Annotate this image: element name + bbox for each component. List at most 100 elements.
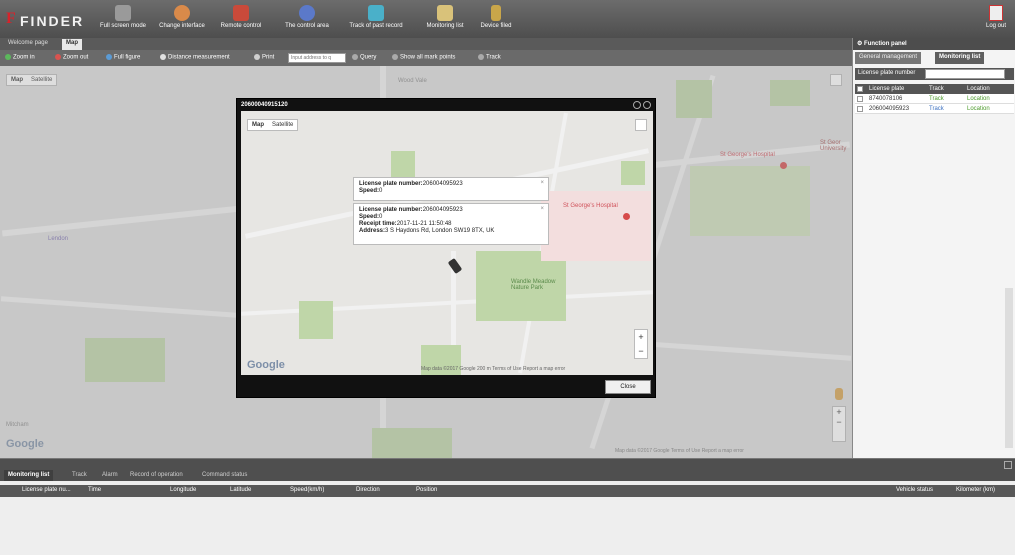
dialog-fullscreen-icon[interactable]	[635, 119, 647, 131]
vehicle-marker-icon[interactable]	[447, 257, 463, 275]
row-plate: 8740078106	[869, 96, 903, 102]
print-label: Print	[262, 54, 275, 61]
map-park	[621, 161, 645, 185]
tab-monitoring-list[interactable]: Monitoring list	[935, 52, 985, 64]
info-window-detail: × License plate number:206004095923 Spee…	[353, 203, 549, 245]
panel-scrollbar[interactable]	[1005, 288, 1013, 448]
vehicle-location-dialog: 20600040915120 St George's Hospital Wand…	[236, 98, 656, 398]
plus-icon[interactable]: +	[635, 330, 647, 344]
plate-label: License plate number:	[359, 181, 423, 187]
info-close-icon[interactable]: ×	[540, 180, 544, 187]
track-button[interactable]: Track	[478, 54, 501, 61]
show-all-label: Show all mark points	[400, 54, 456, 61]
tab-command-status[interactable]: Command status	[198, 470, 251, 481]
zoom-in-icon	[5, 54, 11, 60]
remote-control-button[interactable]: Remote control	[212, 3, 270, 35]
plate-search-input[interactable]	[925, 69, 1005, 79]
logout-button[interactable]: Log out	[980, 3, 1012, 35]
plate-value: 206004095923	[422, 181, 463, 187]
change-interface-button[interactable]: Change interface	[154, 3, 210, 35]
device-filed-label: Device filed	[480, 23, 512, 29]
map-toolbar: Zoom in Zoom out Full figure Distance me…	[0, 50, 852, 66]
bottom-close-icon[interactable]	[1004, 461, 1012, 469]
row-checkbox[interactable]	[857, 96, 863, 102]
track-past-record-label: Track of past record	[349, 23, 403, 29]
row-plate: 206004095923	[869, 106, 910, 112]
zoom-out-icon	[55, 54, 61, 60]
hospital-label: St George's Hospital	[563, 203, 618, 209]
column-track: Track	[929, 86, 944, 92]
function-panel-title: Function panel	[864, 41, 907, 47]
info-window-small: × License plate number:206004095923 Spee…	[353, 177, 549, 201]
track-icon	[368, 5, 384, 21]
column-time: Time	[88, 487, 102, 493]
zoom-in-button[interactable]: Zoom in	[5, 54, 35, 61]
logout-icon	[989, 5, 1003, 21]
tab-record-of-operation[interactable]: Record of operation	[126, 470, 187, 481]
column-longitude: Longitude	[170, 487, 197, 493]
map-park	[299, 301, 333, 339]
tab-monitoring-list-bottom[interactable]: Monitoring list	[4, 470, 54, 481]
control-area-button[interactable]: The control area	[275, 3, 339, 35]
close-icon[interactable]	[643, 101, 651, 109]
column-kilometer: Kilometer (km)	[956, 487, 996, 493]
dialog-map-type-map[interactable]: Map	[248, 120, 268, 130]
full-figure-icon	[106, 54, 112, 60]
dialog-zoom-control[interactable]: + −	[634, 329, 648, 359]
dialog-map-type-control: Map Satellite	[247, 119, 299, 131]
column-latitude: Latitude	[230, 487, 252, 493]
full-screen-label: Full screen mode	[99, 23, 147, 29]
tab-alarm[interactable]: Alarm	[98, 470, 122, 481]
ruler-icon	[160, 54, 166, 60]
zoom-out-button[interactable]: Zoom out	[55, 54, 88, 61]
print-icon	[254, 54, 260, 60]
dialog-map-type-satellite[interactable]: Satellite	[268, 120, 297, 130]
track-past-record-button[interactable]: Track of past record	[340, 3, 412, 35]
finder-logo: F FINDER	[6, 8, 92, 30]
row-checkbox[interactable]	[857, 106, 863, 112]
hospital-marker-icon[interactable]	[623, 213, 630, 220]
row-track-link[interactable]: Track	[929, 106, 944, 112]
remote-icon	[233, 5, 249, 21]
address-search-input[interactable]	[288, 53, 346, 63]
row-track-link[interactable]: Track	[929, 96, 944, 102]
full-screen-button[interactable]: Full screen mode	[92, 3, 154, 35]
column-location: Location	[967, 86, 990, 92]
receipt-time-label: Receipt time:	[359, 221, 397, 227]
column-speed: Speed(km/h)	[290, 487, 325, 493]
function-panel-tabs: General management Monitoring list	[855, 52, 1014, 64]
top-header: F FINDER Full screen mode Change interfa…	[0, 0, 1015, 38]
maximize-icon[interactable]	[633, 101, 641, 109]
query-button[interactable]: Query	[352, 54, 376, 61]
receipt-time-value: 2017-11-21 11:50:48	[396, 221, 452, 227]
device-filed-button[interactable]: Device filed	[474, 3, 518, 35]
close-button[interactable]: Close	[605, 380, 651, 394]
table-row[interactable]: 206004095923 Track Location	[855, 104, 1014, 114]
plate-search-label: License plate number	[858, 70, 916, 76]
tab-general-management[interactable]: General management	[855, 52, 922, 64]
distance-measurement-label: Distance measurement	[168, 54, 230, 61]
google-logo: Google	[247, 359, 285, 371]
row-location-link[interactable]: Location	[967, 96, 990, 102]
bottom-grid-header: License plate nu... Time Longitude Latit…	[0, 485, 1015, 497]
info-close-icon[interactable]: ×	[540, 206, 544, 213]
tab-track[interactable]: Track	[68, 470, 91, 481]
list-icon	[437, 5, 453, 21]
tab-welcome-page[interactable]: Welcome page	[4, 39, 52, 50]
info-plate-row: License plate number:206004095923	[359, 181, 543, 188]
tab-map[interactable]: Map	[62, 39, 82, 50]
monitoring-list-button[interactable]: Monitoring list	[415, 3, 475, 35]
minus-icon[interactable]: −	[635, 344, 647, 358]
column-position: Position	[416, 487, 438, 493]
dialog-map[interactable]: St George's Hospital Wandle Meadow Natur…	[241, 111, 653, 375]
query-icon	[352, 54, 358, 60]
table-row[interactable]: 8740078106 Track Location	[855, 94, 1014, 104]
bottom-tabs: Monitoring list Track Alarm Record of op…	[0, 459, 1015, 481]
row-location-link[interactable]: Location	[967, 106, 990, 112]
distance-measurement-button[interactable]: Distance measurement	[160, 54, 230, 61]
select-all-checkbox[interactable]	[857, 86, 863, 92]
full-figure-button[interactable]: Full figure	[106, 54, 140, 61]
print-button[interactable]: Print	[254, 54, 274, 61]
show-all-mark-points-button[interactable]: Show all mark points	[392, 54, 455, 61]
column-direction: Direction	[356, 487, 380, 493]
